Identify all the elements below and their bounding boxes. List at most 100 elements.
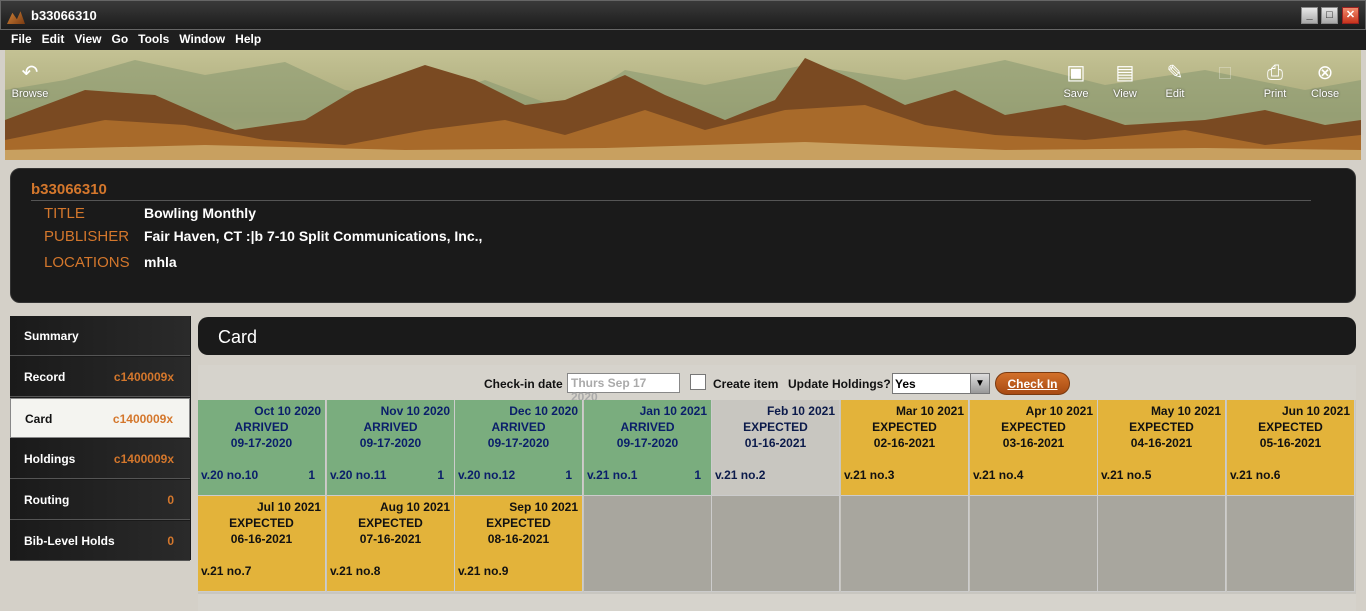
- issue-volume: v.20 no.12: [458, 468, 516, 482]
- issue-cell[interactable]: Aug 10 2021 EXPECTED 07-16-2021 v.21 no.8: [327, 496, 455, 592]
- issue-cell[interactable]: Jun 10 2021 EXPECTED 05-16-2021 v.21 no.6: [1227, 400, 1355, 496]
- edit-button[interactable]: ✎ Edit: [1151, 62, 1199, 100]
- save-button[interactable]: ▣ Save: [1052, 62, 1100, 100]
- issue-status: EXPECTED: [486, 516, 551, 530]
- issue-status-date: 05-16-2021: [1259, 436, 1322, 450]
- update-holdings-select[interactable]: Yes ▼: [892, 373, 990, 394]
- issue-status-date: 02-16-2021: [873, 436, 936, 450]
- issue-cell-selected[interactable]: Feb 10 2021 EXPECTED 01-16-2021 v.21 no.2: [712, 400, 840, 496]
- save-icon: ▣: [1066, 62, 1086, 84]
- issue-status: EXPECTED: [872, 420, 937, 434]
- title-value: Bowling Monthly: [144, 205, 256, 221]
- issue-cell[interactable]: Sep 10 2021 EXPECTED 08-16-2021 v.21 no.9: [455, 496, 583, 592]
- issue-status-date: 07-16-2021: [359, 532, 422, 546]
- print-icon: ⎙: [1267, 62, 1283, 84]
- issue-cell[interactable]: Nov 10 2020 ARRIVED 09-17-2020 v.20 no.11 1: [327, 400, 455, 496]
- menu-help[interactable]: Help: [230, 30, 266, 48]
- issue-volume: v.21 no.1: [587, 468, 638, 482]
- issue-status-highlight: EXPECTED: [743, 420, 808, 434]
- maximize-button[interactable]: □: [1321, 7, 1338, 24]
- edit-icon: ✎: [1166, 62, 1184, 84]
- issue-status: EXPECTED: [1001, 420, 1066, 434]
- browse-button[interactable]: ↶ Browse: [6, 62, 54, 100]
- issue-date: Jul 10 2021: [256, 500, 321, 514]
- check-in-button[interactable]: Check In: [995, 372, 1070, 395]
- menu-file[interactable]: File: [0, 30, 37, 48]
- view-icon: ▤: [1115, 62, 1135, 84]
- issue-date: Apr 10 2021: [1025, 404, 1093, 418]
- issue-status: ARRIVED: [491, 420, 546, 434]
- issue-status-date: 08-16-2021: [487, 532, 550, 546]
- issue-date: Feb 10 2021: [766, 404, 835, 418]
- print-button[interactable]: ⎙ Print: [1251, 62, 1299, 100]
- issue-count: 1: [308, 468, 315, 482]
- issue-status: ARRIVED: [620, 420, 675, 434]
- issue-status-date: 06-16-2021: [230, 532, 293, 546]
- menu-go[interactable]: Go: [106, 30, 133, 48]
- issue-cell[interactable]: May 10 2021 EXPECTED 04-16-2021 v.21 no.5: [1098, 400, 1226, 496]
- sidebar: Summary Record c1400009x Card c1400009x …: [10, 316, 191, 561]
- issue-status-date: 03-16-2021: [1002, 436, 1065, 450]
- sidebar-item-card[interactable]: Card c1400009x: [10, 398, 190, 438]
- issue-cell[interactable]: Jan 10 2021 ARRIVED 09-17-2020 v.21 no.1 1: [584, 400, 712, 496]
- issue-date: May 10 2021: [1150, 404, 1221, 418]
- sidebar-item-routing[interactable]: Routing 0: [10, 480, 190, 520]
- title-bar: b33066310 _ □ ✕: [0, 0, 1366, 30]
- issue-status-date: 09-17-2020: [487, 436, 550, 450]
- close-window-button[interactable]: ✕: [1342, 7, 1359, 24]
- issue-status: EXPECTED: [712, 420, 839, 434]
- app-logo-icon: [7, 11, 25, 24]
- sidebar-item-summary[interactable]: Summary: [10, 316, 190, 356]
- issue-status: ARRIVED: [234, 420, 289, 434]
- blank-icon: □: [1218, 62, 1232, 84]
- menu-view[interactable]: View: [69, 30, 106, 48]
- issue-count: 1: [694, 468, 701, 482]
- create-item-checkbox[interactable]: [690, 374, 706, 390]
- issue-volume: v.21 no.7: [201, 564, 252, 578]
- issue-status-date: 04-16-2021: [1130, 436, 1193, 450]
- issue-volume: v.20 no.11: [330, 468, 387, 482]
- sidebar-item-holdings[interactable]: Holdings c1400009x: [10, 439, 190, 479]
- menu-edit[interactable]: Edit: [37, 30, 70, 48]
- back-arrow-icon: ↶: [21, 62, 39, 84]
- issue-cell[interactable]: Apr 10 2021 EXPECTED 03-16-2021 v.21 no.4: [970, 400, 1098, 496]
- menu-bar: File Edit View Go Tools Window Help: [0, 30, 1366, 50]
- issue-status: EXPECTED: [229, 516, 294, 530]
- issue-status-date: 09-17-2020: [359, 436, 422, 450]
- issue-volume: v.21 no.2: [715, 468, 766, 482]
- issue-status: EXPECTED: [358, 516, 423, 530]
- issue-date: Dec 10 2020: [509, 404, 578, 418]
- issue-volume: v.21 no.3: [844, 468, 895, 482]
- locations-value: mhla: [144, 254, 177, 270]
- menu-window[interactable]: Window: [174, 30, 230, 48]
- issue-date: Aug 10 2021: [379, 500, 450, 514]
- issue-status: EXPECTED: [1129, 420, 1194, 434]
- issue-count: 1: [437, 468, 444, 482]
- minimize-button[interactable]: _: [1301, 7, 1318, 24]
- card-title: Card: [218, 327, 258, 347]
- close-button[interactable]: ⊗ Close: [1301, 62, 1349, 100]
- record-header: b33066310 TITLE Bowling Monthly PUBLISHE…: [10, 168, 1356, 303]
- issue-cell[interactable]: Oct 10 2020 ARRIVED 09-17-2020 v.20 no.10 1: [198, 400, 326, 496]
- checkin-date-input[interactable]: Thurs Sep 17 2020: [567, 373, 680, 404]
- view-button[interactable]: ▤ View: [1101, 62, 1149, 100]
- issue-status: EXPECTED: [1258, 420, 1323, 434]
- issue-status-date: 09-17-2020: [230, 436, 293, 450]
- sidebar-item-bib-level-holds[interactable]: Bib-Level Holds 0: [10, 521, 190, 561]
- record-id: b33066310: [31, 181, 107, 198]
- chevron-down-icon[interactable]: ▼: [970, 374, 989, 393]
- issue-grid: Oct 10 2020 ARRIVED 09-17-2020 v.20 no.10 1 N…: [198, 400, 1356, 594]
- issue-volume: v.20 no.10: [201, 468, 259, 482]
- sidebar-item-record[interactable]: Record c1400009x: [10, 357, 190, 397]
- issue-status-date: 01-16-2021: [744, 436, 807, 450]
- disabled-toolbar-button: □: [1201, 62, 1249, 88]
- window-title: b33066310: [31, 8, 97, 23]
- issue-cell[interactable]: Jul 10 2021 EXPECTED 06-16-2021 v.21 no.7: [198, 496, 326, 592]
- issue-cell[interactable]: Dec 10 2020 ARRIVED 09-17-2020 v.20 no.12 1: [455, 400, 583, 496]
- issue-volume: v.21 no.5: [1101, 468, 1152, 482]
- issue-date: Mar 10 2021: [895, 404, 964, 418]
- menu-tools[interactable]: Tools: [133, 30, 174, 48]
- issue-volume: v.21 no.9: [458, 564, 509, 578]
- issue-cell[interactable]: Mar 10 2021 EXPECTED 02-16-2021 v.21 no.3: [841, 400, 969, 496]
- empty-issue-cell: [841, 496, 969, 592]
